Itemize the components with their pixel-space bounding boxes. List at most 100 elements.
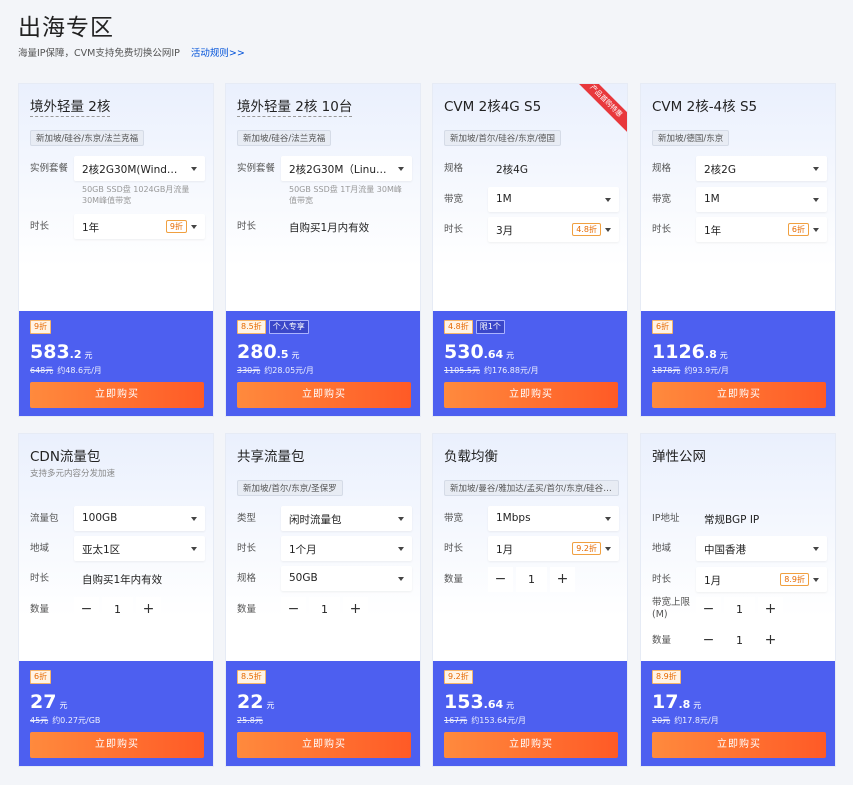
- quantity-input[interactable]: 1: [102, 597, 133, 622]
- quantity-stepper: − 1 +: [281, 597, 368, 622]
- personal-only-badge: 个人专享: [268, 320, 309, 334]
- chevron-down-icon: [398, 577, 404, 581]
- area-select[interactable]: 中国香港: [696, 536, 827, 561]
- minus-button[interactable]: −: [281, 597, 306, 622]
- product-card-cdn-pack: CDN流量包 支持多元内容分发加速 流量包 100GB 地域 亚太1区 时长 自…: [18, 433, 214, 767]
- pack-select[interactable]: 100GB: [74, 506, 205, 531]
- quantity-input[interactable]: 1: [309, 597, 340, 622]
- duration-select-value: 1年: [704, 225, 722, 237]
- quantity-label: 数量: [444, 574, 464, 585]
- discount-badge: 8.5折: [237, 320, 266, 334]
- price: 583.2 元: [30, 341, 93, 363]
- region-tag: 新加坡/首尔/硅谷/东京/德国: [444, 130, 561, 146]
- chevron-down-icon: [191, 167, 197, 171]
- limit-badge: 限1个: [475, 320, 505, 334]
- buy-button[interactable]: 立即购买: [30, 732, 204, 758]
- spec-select[interactable]: 2核2G30M(Windo…: [74, 156, 205, 181]
- duration-value: 自购买1年内有效: [82, 574, 163, 586]
- plus-button[interactable]: +: [550, 567, 575, 592]
- price-panel: 9折 583.2 元 648元 约48.6元/月 立即购买: [19, 311, 213, 416]
- quantity-label: 数量: [237, 604, 257, 615]
- chevron-down-icon: [191, 517, 197, 521]
- plus-button[interactable]: +: [136, 597, 161, 622]
- chevron-down-icon: [813, 167, 819, 171]
- area-select-value: 中国香港: [704, 544, 746, 556]
- product-card-overseas-lighthouse-2c: 境外轻量 2核 新加坡/硅谷/东京/法兰克福 实例套餐 2核2G30M(Wind…: [18, 83, 214, 417]
- buy-button[interactable]: 立即购买: [237, 382, 411, 408]
- buy-button[interactable]: 立即购买: [444, 732, 618, 758]
- product-card-load-balancer: 负载均衡 新加坡/曼谷/雅加达/孟买/首尔/东京/硅谷/… 带宽 1Mbps 时…: [432, 433, 628, 767]
- spec-select[interactable]: 2核2G30M（Linu…: [281, 156, 412, 181]
- minus-button[interactable]: −: [488, 567, 513, 592]
- card-title: 负载均衡: [444, 449, 498, 465]
- card-title[interactable]: 境外轻量 2核 10台: [237, 95, 353, 117]
- original-price: 330元 约28.05元/月: [237, 366, 314, 375]
- buy-button[interactable]: 立即购买: [444, 382, 618, 408]
- plus-button[interactable]: +: [343, 597, 368, 622]
- minus-button[interactable]: −: [696, 597, 721, 622]
- duration-label: 时长: [30, 573, 50, 584]
- area-select[interactable]: 亚太1区: [74, 536, 205, 561]
- price: 27 元: [30, 691, 68, 713]
- minus-button[interactable]: −: [74, 597, 99, 622]
- pack-select-value: 100GB: [82, 512, 118, 524]
- bandwidth-select[interactable]: 1M: [696, 187, 827, 212]
- plus-button[interactable]: +: [758, 628, 783, 653]
- spec-label: 规格: [652, 163, 672, 174]
- type-select-value: 闲时流量包: [289, 514, 342, 526]
- bandwidth-select[interactable]: 1Mbps: [488, 506, 619, 531]
- buy-button[interactable]: 立即购买: [237, 732, 411, 758]
- duration-label: 时长: [652, 574, 672, 585]
- card-title: 共享流量包: [237, 449, 305, 465]
- duration-select[interactable]: 1月 9.2折: [488, 536, 619, 561]
- duration-select[interactable]: 3月 4.8折: [488, 217, 619, 242]
- quantity-input[interactable]: 1: [516, 567, 547, 592]
- price-panel: 9.2折 153.64 元 167元 约153.64元/月 立即购买: [433, 661, 627, 766]
- duration-select[interactable]: 1月 8.9折: [696, 567, 827, 592]
- region-tag: 新加坡/硅谷/东京/法兰克福: [30, 130, 145, 146]
- duration-select[interactable]: 1个月: [281, 536, 412, 561]
- card-title: CDN流量包: [30, 449, 101, 465]
- spec-value: 2核4G: [496, 164, 528, 176]
- price: 1126.8 元: [652, 341, 728, 363]
- minus-button[interactable]: −: [696, 628, 721, 653]
- bandwidth-label: 带宽: [444, 513, 464, 524]
- bandwidth-select[interactable]: 1M: [488, 187, 619, 212]
- discount-badge: 8.9折: [652, 670, 681, 684]
- chevron-down-icon: [191, 225, 197, 229]
- buy-button[interactable]: 立即购买: [30, 382, 204, 408]
- discount-badge: 8.5折: [237, 670, 266, 684]
- quantity-stepper: − 1 +: [696, 628, 783, 653]
- spec-select[interactable]: 2核2G: [696, 156, 827, 181]
- quantity-stepper: − 1 +: [74, 597, 161, 622]
- chevron-down-icon: [813, 547, 819, 551]
- quantity-stepper: − 1 +: [488, 567, 575, 592]
- region-tag: 新加坡/首尔/东京/圣保罗: [237, 480, 343, 496]
- original-price: 45元 约0.27元/GB: [30, 716, 101, 725]
- type-select[interactable]: 闲时流量包: [281, 506, 412, 531]
- spec-select-value: 2核2G: [704, 164, 736, 176]
- original-price: 648元 约48.6元/月: [30, 366, 102, 375]
- price-panel: 8.9折 17.8 元 20元 约17.8元/月 立即购买: [641, 661, 835, 766]
- buy-button[interactable]: 立即购买: [652, 732, 826, 758]
- chevron-down-icon: [813, 228, 819, 232]
- quantity-input[interactable]: 1: [724, 628, 755, 653]
- spec-select[interactable]: 50GB: [281, 566, 412, 591]
- plus-button[interactable]: +: [758, 597, 783, 622]
- duration-label: 时长: [237, 543, 257, 554]
- spec-note: 50GB SSD盘 1024GB月流量 30M峰值带宽: [82, 185, 190, 205]
- spec-label: 规格: [444, 163, 464, 174]
- chevron-down-icon: [605, 228, 611, 232]
- product-card-overseas-lighthouse-10: 境外轻量 2核 10台 新加坡/硅谷/法兰克福 实例套餐 2核2G30M（Lin…: [225, 83, 421, 417]
- buy-button[interactable]: 立即购买: [652, 382, 826, 408]
- card-title: CVM 2核4G S5: [444, 99, 542, 115]
- card-title[interactable]: 境外轻量 2核: [30, 95, 111, 117]
- bandwidth-cap-input[interactable]: 1: [724, 597, 755, 622]
- region-tag: 新加坡/德国/东京: [652, 130, 730, 146]
- rules-link[interactable]: 活动规则>>: [191, 48, 245, 59]
- area-label: 地域: [652, 543, 672, 554]
- chevron-down-icon: [398, 167, 404, 171]
- bandwidth-select-value: 1M: [704, 193, 720, 205]
- duration-select[interactable]: 1年 9折: [74, 214, 205, 239]
- duration-select[interactable]: 1年 6折: [696, 217, 827, 242]
